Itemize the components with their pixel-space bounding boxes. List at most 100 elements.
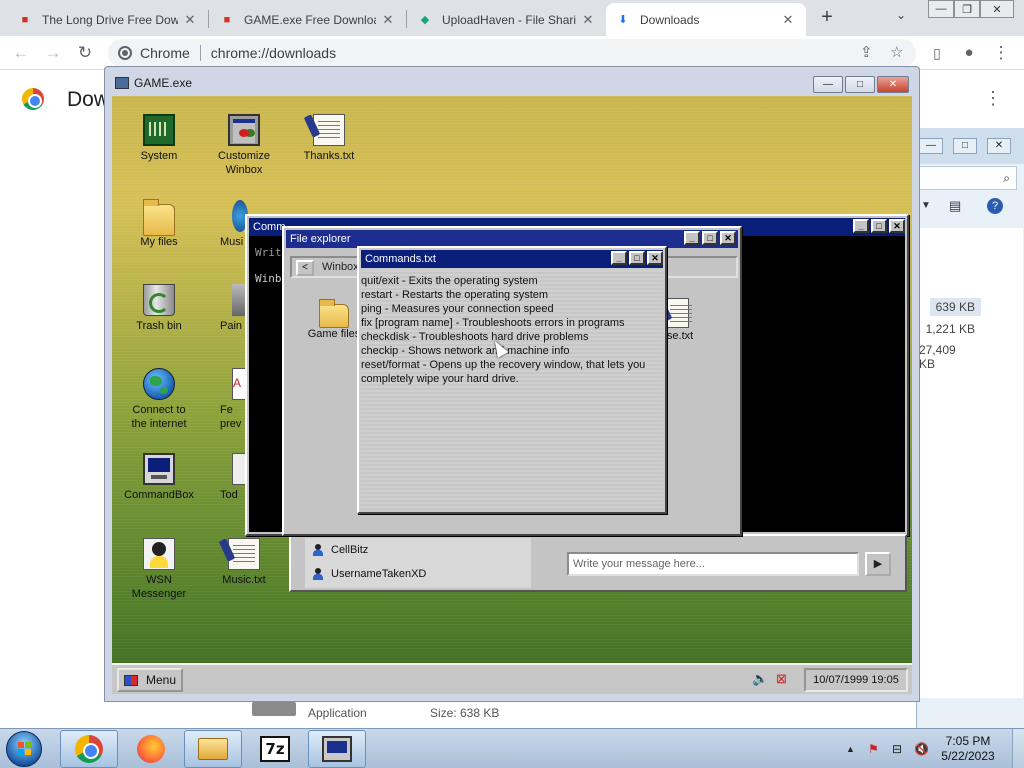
text-line: checkdisk - Troubleshoots hard drive pro… <box>361 331 589 343</box>
preview-pane-icon[interactable]: ▤ <box>949 198 961 214</box>
taskbar-firefox-button[interactable] <box>122 730 180 768</box>
profile-avatar-icon[interactable]: ● <box>958 42 980 64</box>
start-button[interactable] <box>6 731 42 767</box>
close-tab-icon[interactable]: ✕ <box>182 12 198 28</box>
explorer-close-button[interactable]: ✕ <box>987 138 1011 154</box>
back-button[interactable]: < <box>296 260 314 276</box>
txt-maximize-button[interactable]: □ <box>629 251 645 265</box>
tab-uploadhaven[interactable]: ◆ UploadHaven - File Sharin ✕ <box>408 3 606 36</box>
tab-long-drive[interactable]: ■ The Long Drive Free Dow ✕ <box>8 3 208 36</box>
desktop-icon-customize-winbox[interactable]: Customize Winbox <box>196 114 292 177</box>
new-tab-button[interactable]: + <box>816 6 838 28</box>
desktop-icon-file-preview[interactable]: A Fe prev <box>196 368 248 431</box>
help-icon[interactable]: ? <box>987 198 1003 214</box>
taskbar-chrome-button[interactable] <box>60 730 118 768</box>
message-input[interactable]: Write your message here... <box>567 552 859 576</box>
txt-minimize-button[interactable]: _ <box>611 251 627 265</box>
chrome-menu-icon[interactable]: ⋮ <box>990 42 1012 64</box>
taskbar-game-button[interactable] <box>308 730 366 768</box>
share-icon[interactable]: ⇪ <box>860 39 873 67</box>
reload-icon[interactable]: ↻ <box>74 42 96 64</box>
current-path: Winbox <box>322 261 359 273</box>
game-minimize-button[interactable]: — <box>813 76 843 93</box>
trash-icon <box>143 284 175 316</box>
page-title: Dow <box>67 88 110 111</box>
desktop-icon-music[interactable]: Musi <box>196 200 248 249</box>
desktop-icon-wsn-messenger[interactable]: WSN Messenger <box>112 538 207 601</box>
desktop-icon-music-txt[interactable]: Music.txt <box>196 538 292 587</box>
contact-item[interactable]: CellBitz <box>313 544 368 556</box>
address-bar[interactable]: Chrome chrome://downloads ⇪ ☆ <box>108 39 916 67</box>
tab-downloads[interactable]: ⬇ Downloads ✕ <box>606 3 806 36</box>
url-text[interactable]: chrome://downloads <box>211 45 336 61</box>
notepad-icon <box>313 114 345 146</box>
cmd-close-button[interactable]: ✕ <box>889 219 905 233</box>
desktop-icon-todo[interactable]: Tod <box>196 453 248 502</box>
file-size: 1,221 KB <box>925 322 975 336</box>
text-line: reset/format - Opens up the recovery win… <box>361 359 646 371</box>
minimize-button[interactable]: — <box>928 0 954 18</box>
volume-muted-icon[interactable]: 🔇 <box>914 742 929 756</box>
winbox-logo-icon <box>124 674 138 686</box>
file-explorer-icon <box>198 738 228 760</box>
chrome-logo-icon <box>22 88 44 110</box>
winbox-menu-button[interactable]: Menu <box>117 668 183 692</box>
back-arrow-icon[interactable]: ← <box>10 42 32 64</box>
system-clock[interactable]: 7:05 PM 5/22/2023 <box>936 734 1000 764</box>
network-disconnected-icon[interactable]: ⊠ <box>776 671 787 687</box>
tab-search-chevron-icon[interactable]: ⌄ <box>896 8 906 22</box>
txt-close-button[interactable]: ✕ <box>647 251 663 265</box>
close-tab-icon[interactable]: ✕ <box>580 12 596 28</box>
close-window-button[interactable]: ✕ <box>980 0 1014 18</box>
explorer-search-box[interactable]: ⌕ <box>919 166 1017 190</box>
network-icon[interactable]: ⊟ <box>892 742 902 756</box>
explorer-minimize-button[interactable]: — <box>919 138 943 154</box>
site-info-chip[interactable]: Chrome <box>118 45 190 61</box>
desktop-icon-system[interactable]: System <box>112 114 207 163</box>
desktop-icon-commandbox[interactable]: CommandBox <box>112 453 207 502</box>
folder-icon <box>143 199 175 236</box>
taskbar-7zip-button[interactable]: 7z <box>246 730 304 768</box>
bookmark-star-icon[interactable]: ☆ <box>890 39 903 67</box>
file-type-label: Application <box>308 706 367 720</box>
view-options-chevron-icon[interactable]: ▼ <box>921 200 931 211</box>
desktop-icon-connect-internet[interactable]: Connect to the internet <box>112 368 207 431</box>
tab-game-exe[interactable]: ■ GAME.exe Free Downloa ✕ <box>210 3 406 36</box>
desktop-icon-my-files[interactable]: My files <box>112 199 207 249</box>
side-panel-icon[interactable]: ▯ <box>926 42 948 64</box>
contact-item[interactable]: UsernameTakenXD <box>313 568 426 580</box>
commands-txt-window[interactable]: Commands.txt _ □ ✕ quit/exit - Exits the… <box>357 246 667 514</box>
fe-maximize-button[interactable]: □ <box>702 231 718 245</box>
contact-person-icon <box>313 568 323 580</box>
desktop-icon-trash-bin[interactable]: Trash bin <box>112 284 207 333</box>
fe-close-button[interactable]: ✕ <box>720 231 736 245</box>
uploadhaven-logo-icon: ◆ <box>420 14 430 26</box>
game-maximize-button[interactable]: □ <box>845 76 875 93</box>
forward-arrow-icon[interactable]: → <box>42 42 64 64</box>
cmd-minimize-button[interactable]: _ <box>853 219 869 233</box>
desktop-icon-thanks-txt[interactable]: Thanks.txt <box>281 114 377 163</box>
desktop-icon-paint[interactable]: Pain <box>196 284 248 333</box>
taskbar-explorer-button[interactable] <box>184 730 242 768</box>
winbox-icon <box>228 114 260 146</box>
explorer-maximize-button[interactable]: □ <box>953 138 977 154</box>
text-line: quit/exit - Exits the operating system <box>361 275 538 287</box>
action-center-icon[interactable]: ⚑ <box>868 742 879 756</box>
tab-separator <box>406 10 407 28</box>
close-tab-icon[interactable]: ✕ <box>780 12 796 28</box>
game-close-button[interactable]: ✕ <box>877 76 909 93</box>
volume-icon[interactable]: 🔈 <box>752 671 768 687</box>
send-button[interactable]: ▶ <box>865 552 891 576</box>
show-hidden-icons-icon[interactable]: ▲ <box>846 744 855 754</box>
fe-minimize-button[interactable]: _ <box>684 231 700 245</box>
omnibox-divider <box>199 45 201 61</box>
contact-person-icon <box>313 544 323 556</box>
show-desktop-button[interactable] <box>1012 729 1024 768</box>
restore-button[interactable]: ❐ <box>954 0 980 18</box>
close-tab-icon[interactable]: ✕ <box>380 12 396 28</box>
uploadhaven-lock-icon: ■ <box>21 13 29 26</box>
cmd-maximize-button[interactable]: □ <box>871 219 887 233</box>
downloads-menu-icon[interactable]: ⋮ <box>984 88 1002 109</box>
notepad-icon <box>228 538 260 570</box>
commands-text-body[interactable]: quit/exit - Exits the operating system r… <box>361 270 663 510</box>
